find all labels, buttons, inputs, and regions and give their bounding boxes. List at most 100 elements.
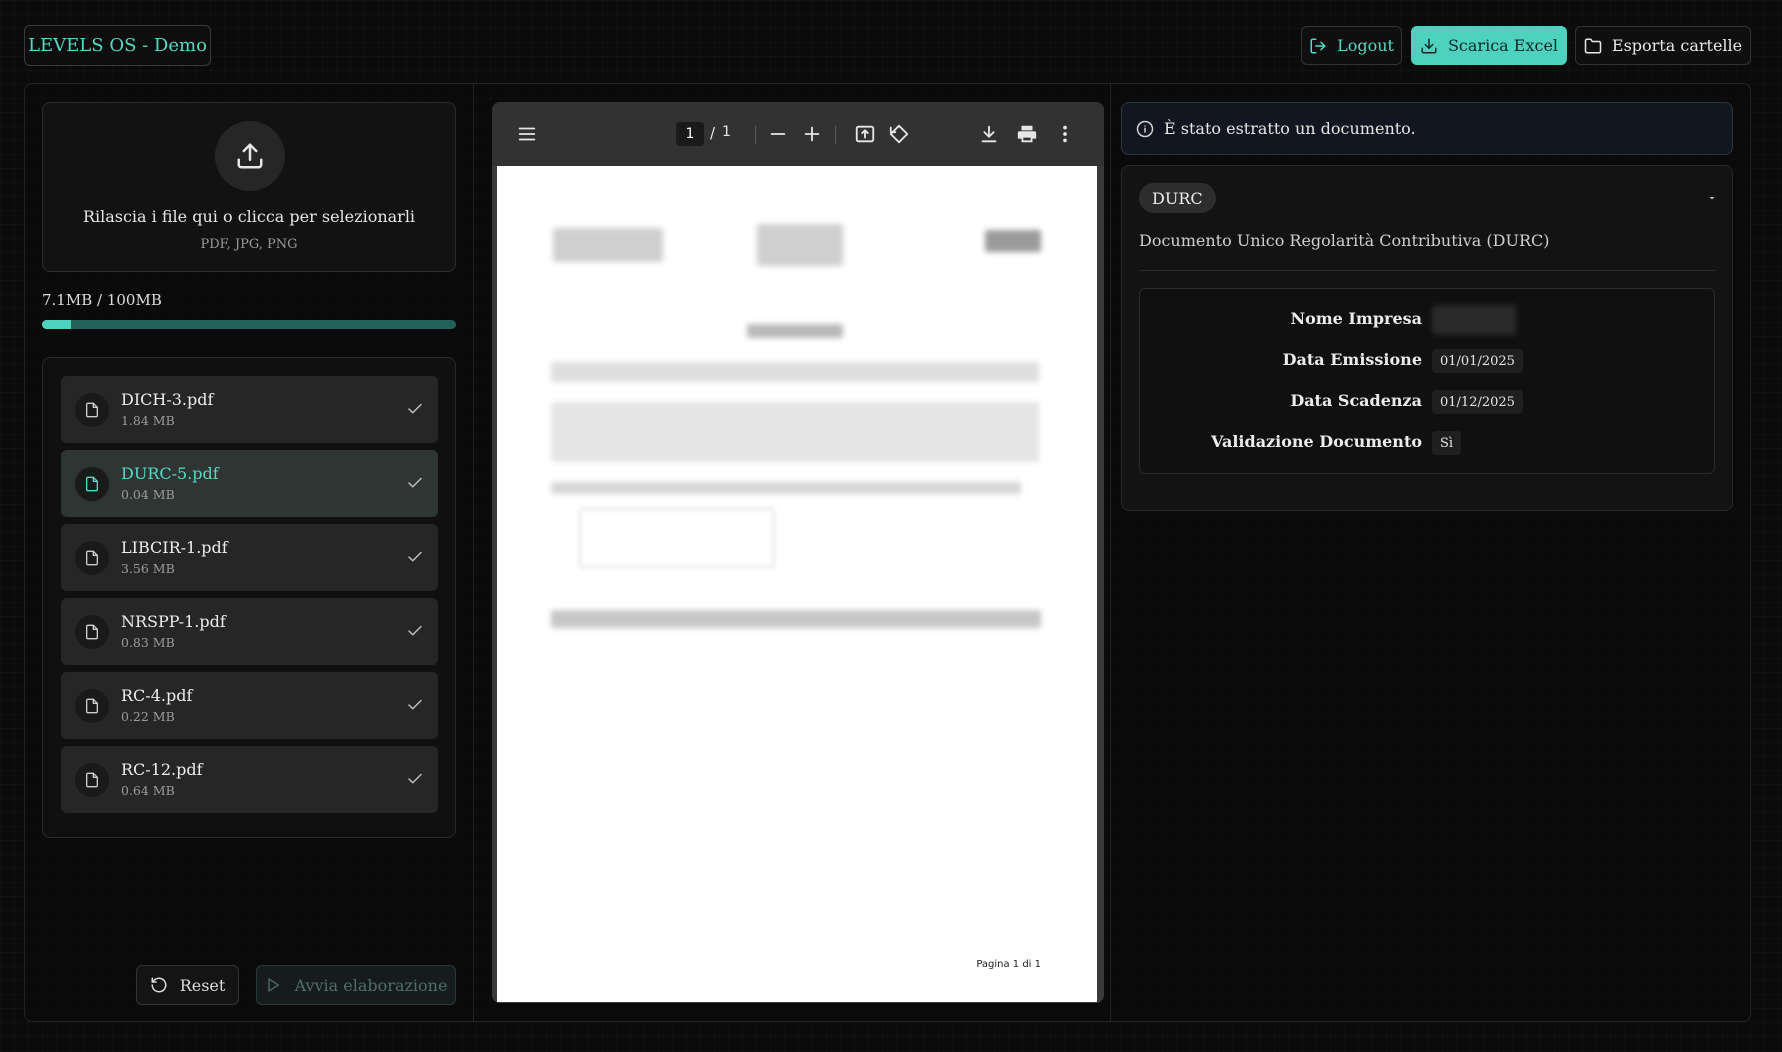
extracted-fields: Nome Impresa Data Emissione 01/01/2025 D… (1139, 288, 1715, 474)
check-icon (408, 625, 422, 636)
blurred-table (551, 402, 1039, 462)
file-name: DICH-3.pdf (121, 390, 214, 409)
file-name: RC-4.pdf (121, 686, 193, 705)
blurred-logo-center (757, 224, 843, 266)
info-message: È stato estratto un documento. (1164, 119, 1416, 138)
file-item-rc-4[interactable]: RC-4.pdf 0.22 MB (61, 672, 438, 739)
upload-title: Rilascia i file qui o clicca per selezio… (82, 207, 416, 226)
check-icon (408, 773, 422, 784)
download-excel-button[interactable]: Scarica Excel (1411, 26, 1567, 65)
info-message-bar: È stato estratto un documento. (1121, 102, 1733, 155)
file-size: 3.56 MB (121, 561, 175, 576)
download-excel-label: Scarica Excel (1447, 36, 1559, 55)
export-folders-label: Esporta cartelle (1611, 36, 1743, 55)
storage-usage-bar (42, 320, 456, 329)
download-icon[interactable] (978, 123, 1000, 145)
file-size: 0.64 MB (121, 783, 175, 798)
file-item-nrspp-1[interactable]: NRSPP-1.pdf 0.83 MB (61, 598, 438, 665)
page-number-input[interactable]: 1 (676, 122, 704, 146)
pdf-toolbar: 1 / 1 (492, 102, 1104, 166)
file-size: 0.83 MB (121, 635, 175, 650)
info-icon (1136, 120, 1154, 137)
start-processing-button[interactable]: Avvia elaborazione (256, 965, 456, 1005)
file-icon (86, 624, 98, 640)
file-icon-wrap (75, 541, 109, 575)
pdf-page: Pagina 1 di 1 (497, 166, 1097, 1002)
file-size: 0.22 MB (121, 709, 175, 724)
download-icon (1421, 38, 1437, 53)
upload-formats: PDF, JPG, PNG (200, 237, 298, 252)
storage-usage-label: 7.1MB / 100MB (42, 291, 162, 309)
play-icon (267, 978, 279, 992)
upload-icon (237, 143, 263, 169)
logout-icon (1310, 38, 1326, 53)
file-icon-wrap (75, 615, 109, 649)
logout-label: Logout (1337, 36, 1394, 55)
file-icon-wrap (75, 689, 109, 723)
rotate-icon[interactable] (888, 123, 910, 145)
folder-icon (1584, 38, 1602, 53)
left-divider (473, 84, 474, 1021)
file-icon-wrap (75, 467, 109, 501)
file-icon-wrap (75, 393, 109, 427)
check-icon (408, 699, 422, 710)
document-title: Documento Unico Regolarità Contributiva … (1139, 231, 1550, 250)
file-size: 0.04 MB (121, 487, 175, 502)
file-size: 1.84 MB (121, 413, 175, 428)
toolbar-separator (755, 126, 756, 144)
file-item-durc-5[interactable]: DURC-5.pdf 0.04 MB (61, 450, 438, 517)
file-list: DICH-3.pdf 1.84 MB DURC-5.pdf 0.04 MB LI… (42, 357, 456, 838)
field-label-company-name: Nome Impresa (1290, 309, 1422, 328)
upload-icon-circle (215, 121, 285, 191)
document-divider (1139, 270, 1715, 271)
file-icon (86, 402, 98, 418)
start-processing-label: Avvia elaborazione (294, 975, 448, 995)
field-value-issue-date: 01/01/2025 (1432, 349, 1523, 373)
file-icon (86, 772, 98, 788)
reset-button[interactable]: Reset (136, 965, 239, 1005)
more-options-icon[interactable] (1054, 123, 1076, 145)
file-icon (86, 698, 98, 714)
file-icon (86, 550, 98, 566)
file-icon (86, 476, 98, 492)
export-folders-button[interactable]: Esporta cartelle (1575, 26, 1751, 65)
page-footer: Pagina 1 di 1 (976, 959, 1041, 970)
field-value-expiry-date: 01/12/2025 (1432, 390, 1523, 414)
field-label-issue-date: Data Emissione (1282, 350, 1422, 369)
check-icon (408, 477, 422, 488)
logout-button[interactable]: Logout (1301, 26, 1402, 65)
document-type-badge: DURC (1139, 183, 1216, 213)
file-item-rc-12[interactable]: RC-12.pdf 0.64 MB (61, 746, 438, 813)
pdf-viewer: 1 / 1 Pagina 1 di 1 (492, 102, 1104, 1003)
upload-dropzone[interactable]: Rilascia i file qui o clicca per selezio… (42, 102, 456, 272)
field-value-company-name (1432, 305, 1516, 335)
reset-icon (151, 977, 167, 993)
field-label-expiry-date: Data Scadenza (1290, 391, 1422, 410)
chevron-down-icon[interactable] (1706, 192, 1718, 204)
menu-icon[interactable] (516, 123, 538, 145)
document-card: DURC Documento Unico Regolarità Contribu… (1121, 165, 1733, 511)
print-icon[interactable] (1016, 123, 1038, 145)
zoom-in-icon[interactable] (801, 123, 823, 145)
file-item-dich-3[interactable]: DICH-3.pdf 1.84 MB (61, 376, 438, 443)
fit-page-icon[interactable] (854, 123, 876, 145)
toolbar-separator (835, 126, 836, 144)
brand-logo: LEVELS OS - Demo (24, 25, 211, 66)
right-divider (1110, 84, 1111, 1021)
zoom-out-icon[interactable] (767, 123, 789, 145)
file-name: LIBCIR-1.pdf (121, 538, 228, 557)
file-name: DURC-5.pdf (121, 464, 219, 483)
blurred-logo-right (985, 230, 1041, 252)
file-icon-wrap (75, 763, 109, 797)
blurred-line (551, 482, 1021, 494)
storage-usage-fill (42, 320, 72, 329)
blurred-paragraph (551, 610, 1041, 628)
blurred-row (551, 362, 1039, 382)
check-icon (408, 403, 422, 414)
file-item-libcir-1[interactable]: LIBCIR-1.pdf 3.56 MB (61, 524, 438, 591)
blurred-logo-left (553, 228, 663, 262)
file-name: RC-12.pdf (121, 760, 203, 779)
blurred-heading (747, 324, 843, 338)
page-total: 1 (722, 124, 731, 140)
check-icon (408, 551, 422, 562)
